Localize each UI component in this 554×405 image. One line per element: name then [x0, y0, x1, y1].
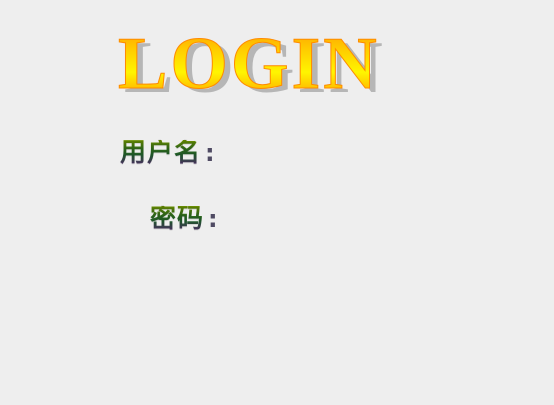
login-title: LOGIN [118, 23, 380, 105]
login-logo: LOGIN LOGIN [118, 23, 383, 107]
username-colon: : [205, 139, 215, 167]
login-page: LOGIN LOGIN 用户名 : 密码 : [0, 0, 554, 405]
password-label: 密码 [150, 204, 205, 234]
password-colon: : [208, 205, 218, 233]
username-label: 用户名 [120, 138, 202, 168]
username-row: 用户名 : [120, 140, 215, 166]
password-row: 密码 : [150, 206, 218, 232]
